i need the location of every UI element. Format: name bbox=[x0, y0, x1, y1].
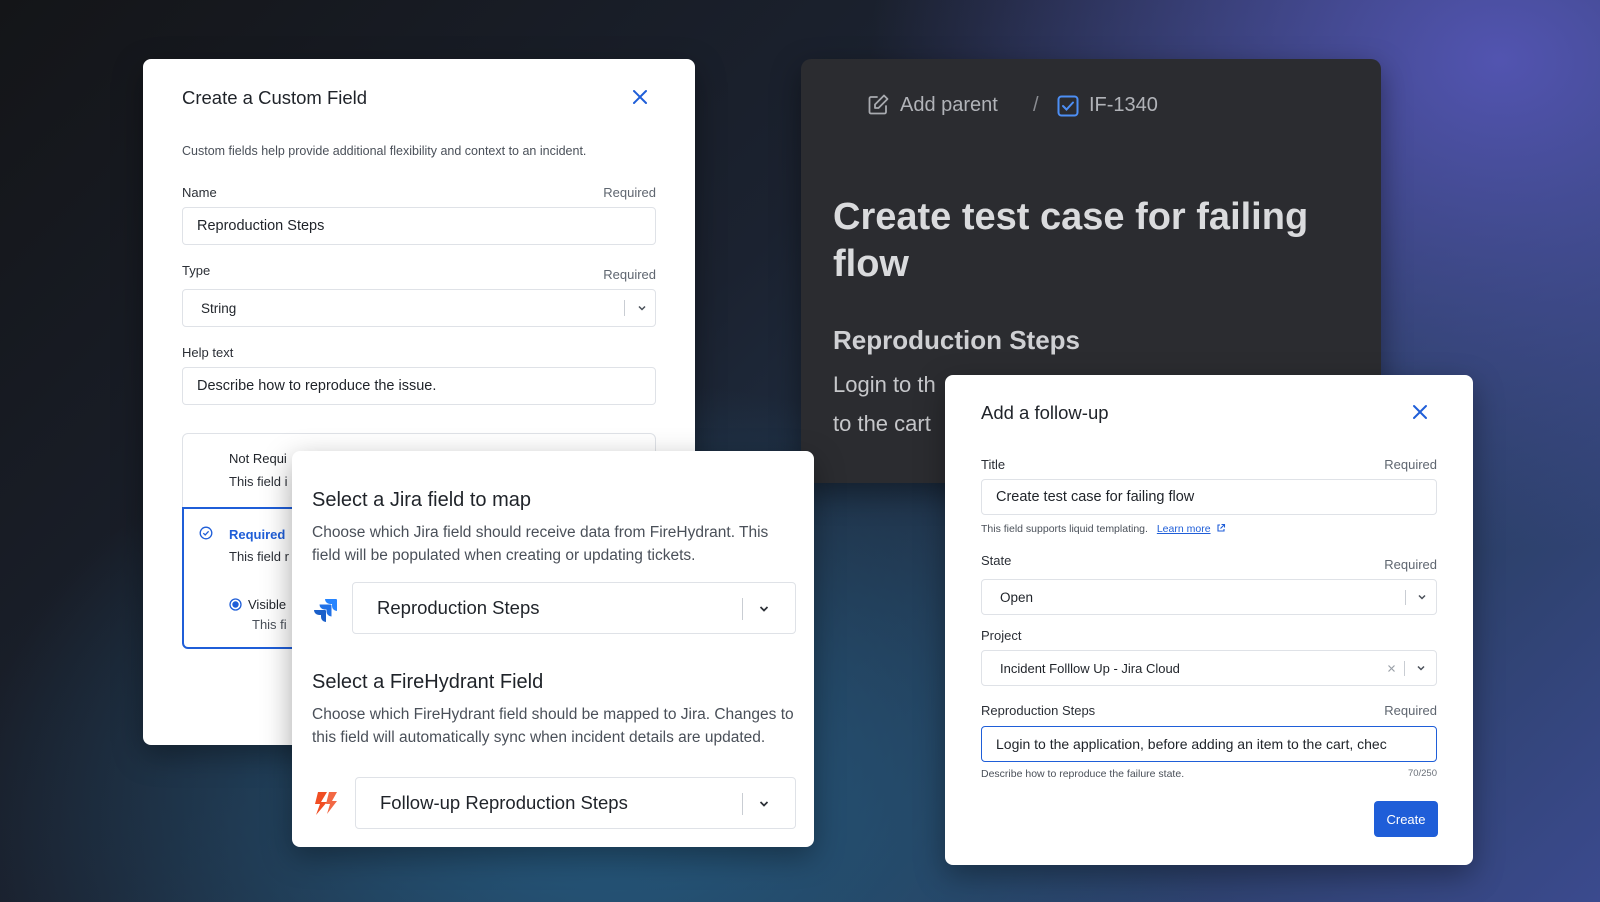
type-select[interactable]: String bbox=[182, 289, 656, 327]
firehydrant-map-title: Select a FireHydrant Field bbox=[312, 671, 544, 693]
reproduction-steps-label: Reproduction Steps bbox=[981, 703, 1096, 718]
help-text-input[interactable]: Describe how to reproduce the issue. bbox=[182, 367, 656, 405]
name-required: Required bbox=[603, 185, 656, 200]
close-icon[interactable] bbox=[1411, 403, 1429, 421]
chevron-down-icon bbox=[1417, 665, 1425, 671]
issue-title: Create test case for failing flow bbox=[833, 196, 1309, 285]
state-select-value: Open bbox=[1000, 589, 1034, 605]
type-select-value: String bbox=[201, 300, 237, 316]
chevron-down-icon bbox=[638, 305, 646, 311]
issue-section-title: Reproduction Steps bbox=[833, 325, 1081, 355]
reproduction-steps-input[interactable]: Login to the application, before adding … bbox=[981, 726, 1437, 762]
state-required: Required bbox=[1384, 557, 1437, 572]
visible-label: Visible bbox=[248, 597, 287, 612]
issue-key[interactable]: IF-1340 bbox=[1089, 94, 1158, 117]
issue-body-line1: Login to th bbox=[833, 372, 936, 397]
chevron-down-icon bbox=[759, 606, 769, 612]
option-required-title: Required bbox=[229, 527, 286, 542]
firehydrant-logo-icon bbox=[315, 792, 337, 815]
help-text-value: Describe how to reproduce the issue. bbox=[197, 378, 437, 394]
dialog-title: Add a follow-up bbox=[981, 402, 1109, 423]
visible-desc: This fi bbox=[252, 617, 287, 632]
reproduction-steps-hint: Describe how to reproduce the failure st… bbox=[981, 768, 1185, 780]
name-input[interactable]: Reproduction Steps bbox=[182, 207, 656, 245]
project-select-value: Incident Folllow Up - Jira Cloud bbox=[1000, 660, 1180, 676]
checkbox-icon bbox=[1057, 95, 1079, 117]
jira-field-select-value: Reproduction Steps bbox=[377, 597, 540, 618]
name-label: Name bbox=[182, 185, 217, 200]
title-input[interactable]: Create test case for failing flow bbox=[981, 479, 1437, 515]
project-label: Project bbox=[981, 628, 1022, 643]
title-hint: This field supports liquid templating. L… bbox=[981, 523, 1226, 535]
dialog-description: Custom fields help provide additional fl… bbox=[182, 144, 587, 158]
reproduction-steps-required: Required bbox=[1384, 703, 1437, 718]
option-required-desc: This field r bbox=[229, 549, 289, 564]
type-required: Required bbox=[603, 267, 656, 282]
issue-body-line2: to the cart bbox=[833, 411, 931, 436]
chevron-down-icon bbox=[1418, 594, 1426, 600]
create-button[interactable]: Create bbox=[1374, 801, 1438, 837]
name-input-value: Reproduction Steps bbox=[197, 218, 325, 234]
visible-radio[interactable] bbox=[229, 598, 242, 611]
add-follow-up-dialog: Add a follow-up Title Required Create te… bbox=[945, 375, 1473, 865]
firehydrant-map-description: Choose which FireHydrant field should be… bbox=[312, 706, 794, 746]
add-parent-link[interactable]: Add parent bbox=[900, 94, 998, 117]
option-not-required-desc: This field i bbox=[229, 474, 288, 489]
firehydrant-field-select-value: Follow-up Reproduction Steps bbox=[380, 792, 628, 813]
title-input-value: Create test case for failing flow bbox=[996, 489, 1195, 505]
clear-icon[interactable] bbox=[1387, 664, 1396, 673]
jira-logo-icon bbox=[314, 599, 337, 622]
type-label: Type bbox=[182, 263, 211, 278]
reproduction-steps-value: Login to the application, before adding … bbox=[996, 736, 1387, 752]
create-button-label: Create bbox=[1386, 811, 1426, 827]
chevron-down-icon bbox=[759, 801, 769, 807]
help-text-label: Help text bbox=[182, 345, 234, 360]
character-count: 70/250 bbox=[1407, 768, 1437, 779]
dialog-title: Create a Custom Field bbox=[182, 87, 368, 108]
title-label: Title bbox=[981, 457, 1006, 472]
close-icon[interactable] bbox=[631, 88, 649, 106]
edit-icon[interactable] bbox=[866, 93, 890, 117]
title-required: Required bbox=[1384, 457, 1437, 472]
option-not-required-title: Not Requi bbox=[229, 451, 287, 466]
jira-map-description: Choose which Jira field should receive d… bbox=[312, 524, 769, 564]
state-select[interactable]: Open bbox=[981, 579, 1437, 615]
jira-map-title: Select a Jira field to map bbox=[312, 489, 531, 511]
title-hint-text: This field supports liquid templating. bbox=[981, 523, 1148, 535]
jira-field-mapping-panel: Select a Jira field to map Choose which … bbox=[292, 451, 814, 847]
project-select[interactable]: Incident Folllow Up - Jira Cloud bbox=[981, 650, 1437, 686]
firehydrant-field-select[interactable]: Follow-up Reproduction Steps bbox=[355, 777, 796, 829]
learn-more-link[interactable]: Learn more bbox=[1157, 523, 1211, 535]
state-label: State bbox=[981, 553, 1012, 568]
breadcrumb-separator: / bbox=[1033, 94, 1039, 116]
jira-field-select[interactable]: Reproduction Steps bbox=[352, 582, 796, 634]
external-link-icon[interactable] bbox=[1216, 523, 1226, 533]
check-circle-icon bbox=[199, 526, 213, 540]
